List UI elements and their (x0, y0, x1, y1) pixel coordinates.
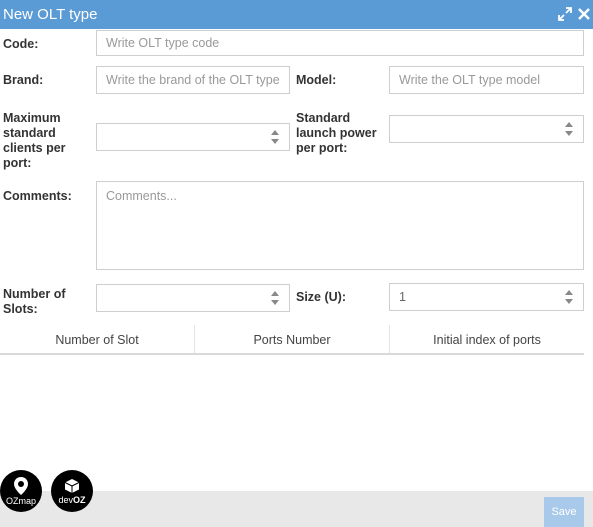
column-header-slot[interactable]: Number of Slot (0, 325, 194, 353)
close-icon[interactable] (577, 7, 591, 21)
spinner-icon[interactable] (270, 129, 280, 145)
dialog-titlebar: New OLT type (0, 0, 593, 29)
model-placeholder: Write the OLT type model (399, 73, 541, 87)
comments-label: Comments: (3, 189, 72, 203)
launch-power-label-line: Standard (296, 111, 351, 125)
column-header-ports[interactable]: Ports Number (194, 325, 389, 353)
spinner-icon[interactable] (564, 289, 574, 305)
ozmap-logo-text: OZmap (5, 495, 36, 506)
max-clients-label-line: Maximum (3, 111, 61, 125)
slots-table-header: Number of Slot Ports Number Initial inde… (0, 325, 584, 355)
slots-label-line: Number of (3, 287, 66, 301)
size-input[interactable]: 1 (389, 283, 584, 311)
spinner-icon[interactable] (270, 290, 280, 306)
ozmap-logo[interactable]: OZmap (0, 470, 42, 512)
max-clients-input[interactable] (96, 123, 290, 151)
devoz-logo[interactable]: devOZ (51, 470, 93, 512)
max-clients-label-line: standard (3, 126, 56, 140)
devoz-suffix: OZ (73, 494, 86, 505)
brand-placeholder: Write the brand of the OLT type (106, 73, 280, 87)
max-clients-label-line: clients per (3, 141, 66, 155)
column-header-initial-index[interactable]: Initial index of ports (389, 325, 584, 353)
model-label: Model: (296, 73, 337, 87)
code-input[interactable]: Write OLT type code (96, 30, 584, 56)
slots-label: Number of Slots: (3, 287, 66, 317)
launch-power-label: Standard launch power per port: (296, 111, 377, 156)
expand-icon[interactable] (558, 7, 572, 21)
launch-power-input[interactable] (389, 115, 584, 143)
max-clients-label: Maximum standard clients per port: (3, 111, 66, 171)
max-clients-label-line: port: (3, 156, 32, 170)
model-input[interactable]: Write the OLT type model (389, 66, 584, 94)
size-label: Size (U): (296, 290, 346, 304)
slots-label-line: Slots: (3, 302, 38, 316)
size-value: 1 (399, 290, 406, 304)
save-button[interactable]: Save (544, 497, 584, 527)
dialog-title: New OLT type (3, 6, 98, 23)
devoz-logo-text: devOZ (58, 495, 85, 505)
comments-textarea[interactable]: Comments... (96, 181, 584, 270)
comments-placeholder: Comments... (106, 189, 177, 203)
launch-power-label-line: per port: (296, 141, 348, 155)
slots-input[interactable] (96, 284, 290, 312)
code-placeholder: Write OLT type code (106, 36, 220, 50)
map-pin-icon (14, 476, 28, 495)
brand-label: Brand: (3, 73, 44, 87)
code-label: Code: (3, 37, 39, 51)
devoz-prefix: dev (58, 494, 73, 505)
launch-power-label-line: launch power (296, 126, 377, 140)
cube-icon (64, 478, 80, 493)
spinner-icon[interactable] (564, 121, 574, 137)
brand-input[interactable]: Write the brand of the OLT type (96, 66, 290, 94)
